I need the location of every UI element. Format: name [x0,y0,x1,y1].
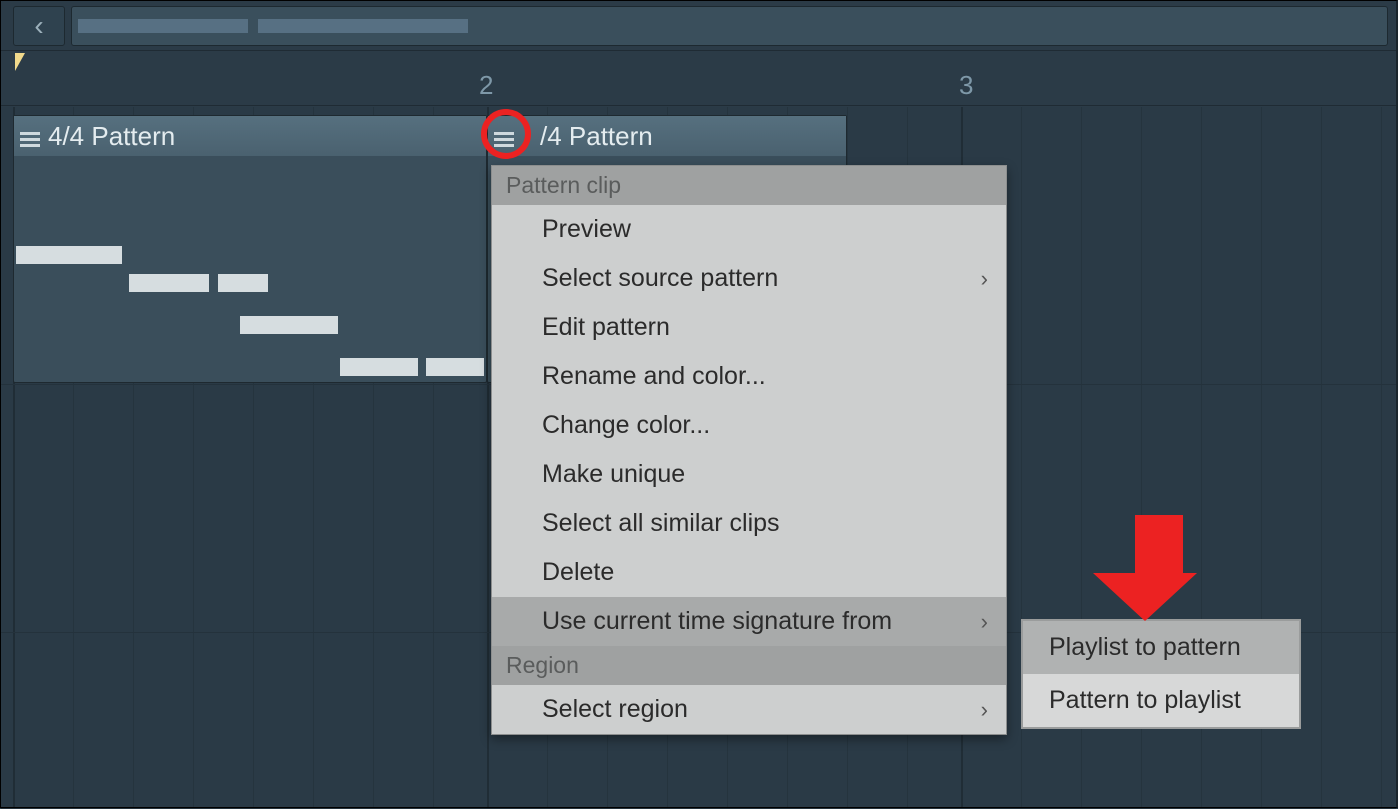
menu-item-use-time-signature[interactable]: Use current time signature from › [492,597,1006,646]
menu-item-label: Delete [542,558,614,586]
clip-label: 4/4 Pattern [48,121,175,152]
menu-item-label: Select region [542,695,688,723]
submenu-item-playlist-to-pattern[interactable]: Playlist to pattern [1023,621,1299,674]
midi-note [240,316,338,334]
menu-item-label: Make unique [542,460,685,488]
menu-item-make-unique[interactable]: Make unique [492,450,1006,499]
clip-label: /4 Pattern [540,121,653,152]
clip-header[interactable]: 4/4 Pattern [14,116,486,156]
timeline-ruler[interactable]: 2 3 [1,51,1396,106]
menu-item-select-source-pattern[interactable]: Select source pattern › [492,254,1006,303]
back-button[interactable]: ‹ [13,6,65,46]
midi-note [16,246,122,264]
minimap-segment [78,19,248,33]
chevron-right-icon: › [981,697,988,723]
midi-note [129,274,209,292]
midi-note [340,358,418,376]
menu-item-delete[interactable]: Delete [492,548,1006,597]
bar-number: 2 [479,70,493,101]
submenu-item-label: Playlist to pattern [1049,633,1241,661]
submenu-item-label: Pattern to playlist [1049,686,1241,714]
menu-item-select-region[interactable]: Select region › [492,685,1006,734]
annotation-circle [481,109,531,159]
clip-menu-icon[interactable] [20,126,40,146]
midi-note [218,274,268,292]
pattern-clip[interactable]: 4/4 Pattern [13,115,487,383]
menu-item-label: Use current time signature from [542,607,892,635]
menu-section-label: Region [492,646,1006,685]
menu-item-rename-and-color[interactable]: Rename and color... [492,352,1006,401]
menu-item-label: Preview [542,215,631,243]
menu-item-edit-pattern[interactable]: Edit pattern [492,303,1006,352]
midi-note [426,358,484,376]
playlist-area[interactable]: 4/4 Pattern 3 /4 Pattern [1,107,1396,807]
menu-section-label: Pattern clip [492,166,1006,205]
top-toolbar: ‹ [1,1,1396,51]
menu-item-select-similar-clips[interactable]: Select all similar clips [492,499,1006,548]
submenu-time-signature: Playlist to pattern Pattern to playlist [1021,619,1301,729]
menu-item-label: Change color... [542,411,710,439]
menu-item-label: Rename and color... [542,362,766,390]
playlist-window: ‹ 2 3 [0,0,1398,808]
context-menu: Pattern clip Preview Select source patte… [491,165,1007,735]
menu-item-label: Select source pattern [542,264,778,292]
clip-body [14,156,486,382]
menu-item-label: Select all similar clips [542,509,780,537]
chevron-right-icon: › [981,266,988,292]
menu-item-label: Edit pattern [542,313,670,341]
minimap-segment [258,19,468,33]
bar-number: 3 [959,70,973,101]
chevron-right-icon: › [981,609,988,635]
annotation-arrow-icon [1121,515,1197,621]
playhead-marker-icon[interactable] [15,53,25,71]
submenu-item-pattern-to-playlist[interactable]: Pattern to playlist [1023,674,1299,727]
minimap-track[interactable] [71,6,1388,46]
chevron-left-icon: ‹ [34,10,43,42]
menu-item-preview[interactable]: Preview [492,205,1006,254]
menu-item-change-color[interactable]: Change color... [492,401,1006,450]
clip-header[interactable]: 3 /4 Pattern [488,116,846,156]
